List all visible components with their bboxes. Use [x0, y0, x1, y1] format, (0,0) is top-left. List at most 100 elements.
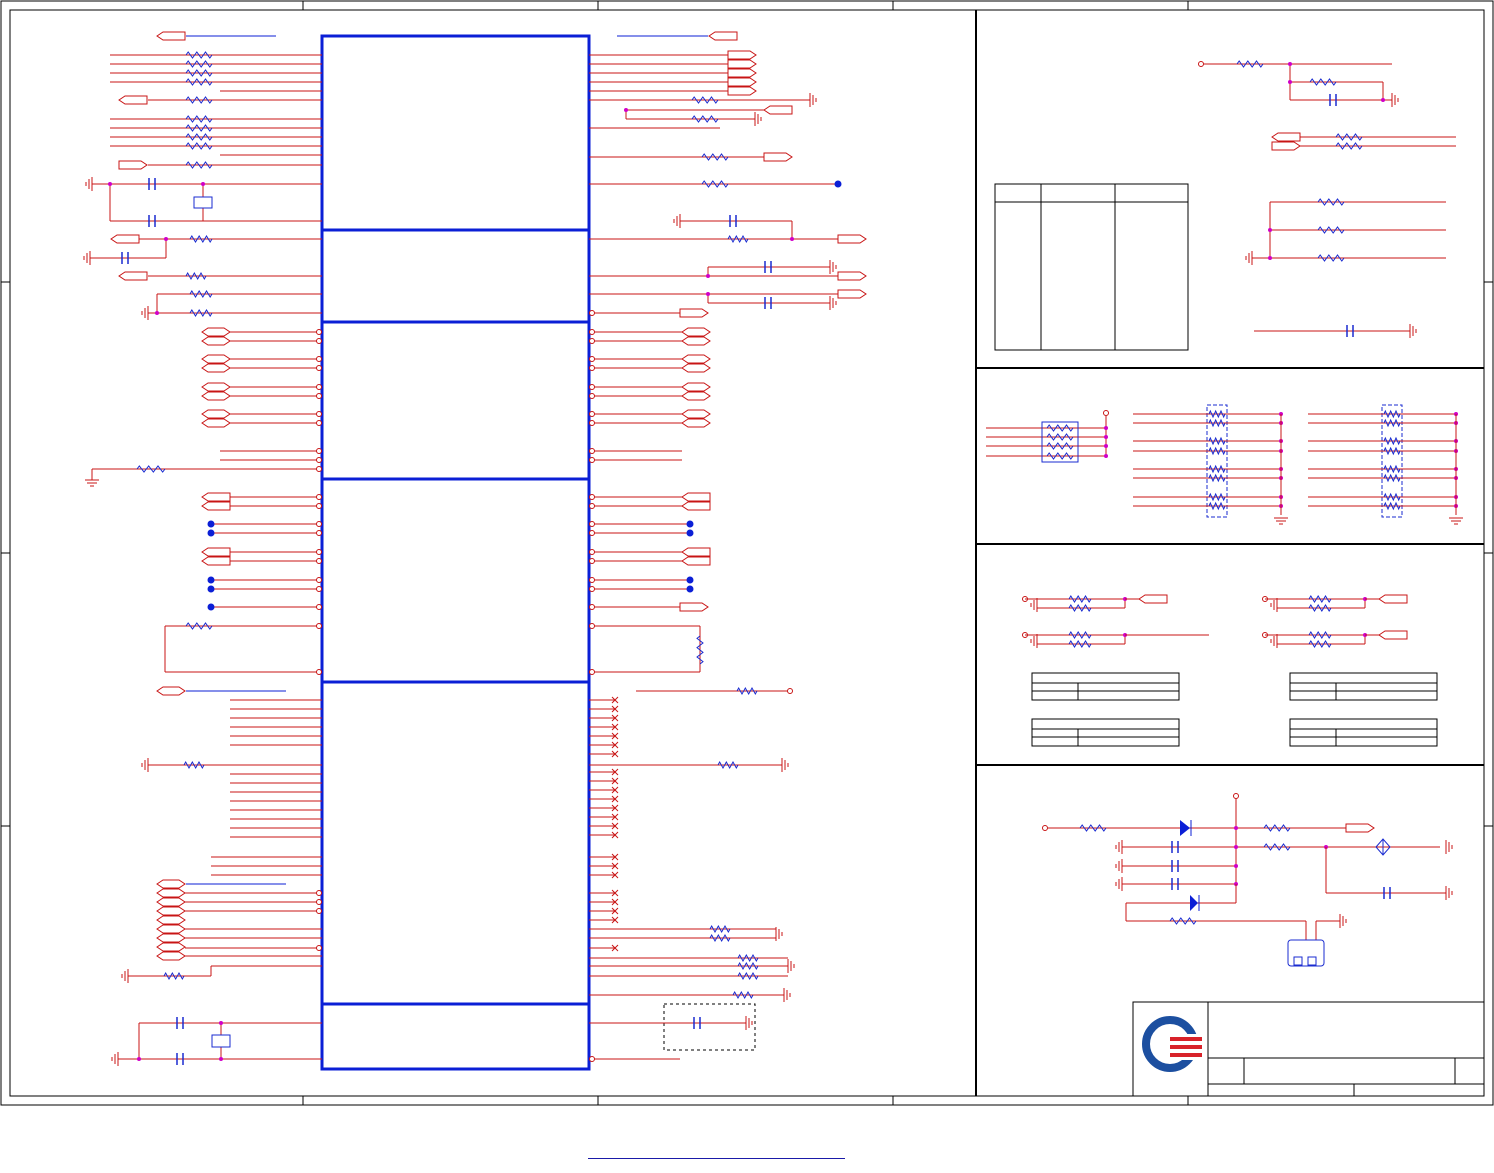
pin-marker	[316, 393, 322, 399]
junction-dot	[1104, 435, 1108, 439]
resistor-icon	[1383, 418, 1401, 428]
pin-marker	[316, 448, 322, 454]
resistor-icon	[1046, 433, 1074, 441]
net-port	[681, 391, 711, 401]
panel-resistor-arrays	[986, 404, 1463, 525]
resistor-icon	[737, 961, 759, 971]
junction-dot	[1104, 454, 1108, 458]
panel-power-circuit	[1042, 793, 1453, 967]
resistor-icon	[183, 760, 205, 770]
junction-dot	[1268, 228, 1272, 232]
resistor-icon	[185, 622, 213, 630]
schematic-canvas	[0, 0, 1494, 1106]
ground-icon	[829, 296, 837, 310]
net-port	[708, 31, 738, 41]
net-port	[837, 234, 867, 244]
ground-icon	[1115, 840, 1123, 854]
net-port	[110, 234, 140, 244]
ground-icon	[673, 214, 681, 228]
pin-marker	[316, 521, 322, 527]
resistor-icon	[691, 96, 719, 104]
pin-marker	[316, 604, 322, 610]
net-port	[681, 501, 711, 511]
pin-marker	[316, 945, 322, 951]
net-port	[763, 105, 793, 115]
ground-icon	[1274, 517, 1288, 525]
junction-dot	[1104, 426, 1108, 430]
inner-frame	[9, 9, 1485, 1097]
resistor-icon	[1068, 604, 1092, 612]
resistor-icon	[1308, 631, 1332, 639]
footer-link-underline[interactable]	[588, 1158, 845, 1159]
pin-marker	[316, 530, 322, 536]
pin-marker	[316, 669, 322, 675]
resistor-icon	[185, 133, 213, 141]
net-port	[681, 327, 711, 337]
net-port	[156, 933, 186, 943]
pin-marker	[589, 384, 595, 390]
pin-marker	[316, 365, 322, 371]
schematic-sheet	[0, 0, 1494, 1168]
resistor-icon	[1309, 78, 1337, 86]
left-pin-wires	[90, 35, 322, 1060]
resistor-icon	[1335, 142, 1363, 150]
resistor-icon	[1208, 409, 1226, 419]
pin-marker	[589, 577, 595, 583]
pin-marker	[1042, 825, 1048, 831]
net-port	[201, 391, 231, 401]
resistor-icon	[701, 180, 729, 188]
resistor-icon	[1068, 640, 1092, 648]
passive-components	[121, 51, 772, 1065]
ground-icon	[1409, 324, 1417, 338]
junction-dot	[164, 237, 168, 241]
right-panels	[975, 10, 1484, 1096]
crystal-icon	[211, 1034, 231, 1048]
net-port	[201, 382, 231, 392]
net-port	[201, 363, 231, 373]
pin-marker	[589, 420, 595, 426]
pin-marker	[589, 549, 595, 555]
pin-marker	[316, 558, 322, 564]
junction-dot	[790, 237, 794, 241]
junction-dot	[1234, 864, 1238, 868]
net-port	[201, 327, 231, 337]
ground-icon	[1030, 598, 1038, 612]
net-port	[1271, 141, 1301, 151]
net-port	[727, 59, 757, 69]
junction-dot	[1104, 444, 1108, 448]
ground-icon	[121, 969, 129, 983]
net-port	[681, 547, 711, 557]
resistor-icon	[185, 115, 213, 123]
junction-dot	[686, 529, 694, 537]
resistor-icon	[136, 465, 166, 473]
net-port	[118, 271, 148, 281]
net-port	[681, 409, 711, 419]
ground-icon	[1339, 914, 1347, 928]
main-ic-body	[320, 34, 591, 1071]
pin-marker	[589, 457, 595, 463]
net-port	[727, 77, 757, 87]
net-port	[156, 879, 186, 889]
net-port	[681, 556, 711, 566]
net-ports	[110, 31, 867, 961]
resistor-icon	[1308, 595, 1332, 603]
resistor-icon	[1317, 226, 1345, 234]
net-port	[837, 289, 867, 299]
net-port	[681, 354, 711, 364]
resistor-icon	[709, 924, 731, 934]
resistor-icon	[185, 60, 213, 68]
ground-icon	[754, 112, 762, 126]
pin-marker	[316, 411, 322, 417]
pin-marker	[1233, 793, 1239, 799]
resistor-icon	[1383, 473, 1401, 483]
pin-marker	[316, 329, 322, 335]
resistor-icon	[1046, 442, 1074, 450]
resistor-icon	[185, 161, 213, 169]
panel-strap-options	[1022, 594, 1438, 747]
junction-dot	[1234, 845, 1238, 849]
resistor-icon	[1068, 595, 1092, 603]
resistor-icon	[185, 69, 213, 77]
junction-dot	[1268, 256, 1272, 260]
net-port	[156, 686, 186, 696]
pin-marker	[589, 411, 595, 417]
